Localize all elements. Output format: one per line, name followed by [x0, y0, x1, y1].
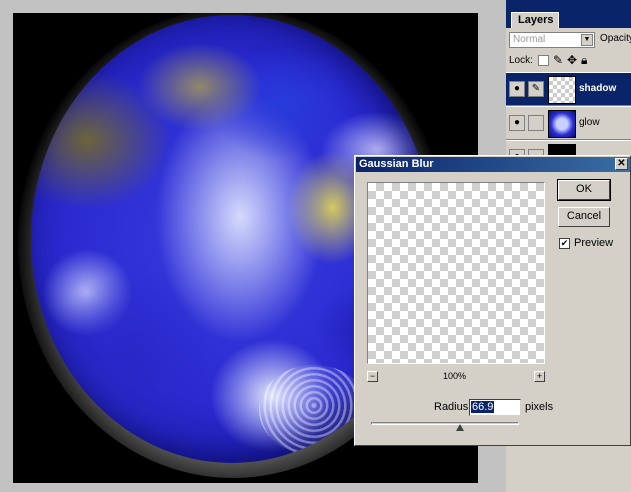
- blend-mode-value: Normal: [513, 34, 546, 45]
- pixels-label: pixels: [525, 401, 554, 413]
- move-icon[interactable]: ✥: [567, 53, 577, 67]
- zoom-level: 100%: [443, 371, 467, 381]
- lock-icon[interactable]: 🔒︎: [581, 53, 587, 68]
- tab-layers[interactable]: Layers: [511, 12, 559, 28]
- dialog-titlebar[interactable]: Gaussian Blur ✕: [356, 157, 630, 172]
- preview-checkbox[interactable]: ✔: [559, 238, 570, 249]
- preview-label: Preview: [574, 237, 614, 249]
- radius-slider-track[interactable]: [371, 422, 519, 425]
- eye-icon[interactable]: ●: [509, 81, 525, 97]
- layer-row-glow[interactable]: ● glow: [506, 106, 631, 140]
- layer-name: shadow: [579, 83, 617, 94]
- link-slot[interactable]: [528, 115, 544, 131]
- blend-mode-select[interactable]: Normal ▼: [509, 32, 595, 48]
- layer-thumbnail: [548, 110, 576, 138]
- layer-row-shadow[interactable]: ● ✎ shadow: [506, 72, 631, 106]
- cancel-button[interactable]: Cancel: [558, 207, 610, 227]
- dialog-title: Gaussian Blur: [359, 158, 434, 170]
- chevron-down-icon[interactable]: ▼: [581, 34, 593, 46]
- layer-name: glow: [579, 117, 600, 128]
- zoom-in-button[interactable]: +: [534, 371, 545, 382]
- lock-transparency-checkbox[interactable]: [538, 55, 549, 66]
- opacity-label: Opacity: [600, 33, 631, 44]
- ok-button[interactable]: OK: [557, 179, 611, 201]
- radius-slider-thumb[interactable]: [455, 424, 464, 431]
- brush-icon[interactable]: ✎: [553, 53, 563, 67]
- layer-thumbnail: [548, 76, 576, 104]
- zoom-out-button[interactable]: −: [367, 371, 378, 382]
- radius-label: Radius:: [434, 401, 472, 413]
- preview-canvas[interactable]: [367, 182, 545, 364]
- lock-label: Lock:: [509, 55, 533, 66]
- layers-tabstrip: Layers: [506, 6, 631, 28]
- eye-icon[interactable]: ●: [509, 115, 525, 131]
- radius-value: 66.9: [471, 401, 495, 413]
- planet-swirl: [259, 365, 369, 455]
- radius-input[interactable]: 66.9: [469, 399, 521, 416]
- close-icon[interactable]: ✕: [615, 158, 628, 170]
- brush-icon[interactable]: ✎: [528, 81, 544, 97]
- gaussian-blur-dialog: Gaussian Blur ✕ − 100% + OK Cancel ✔ Pre…: [354, 155, 631, 446]
